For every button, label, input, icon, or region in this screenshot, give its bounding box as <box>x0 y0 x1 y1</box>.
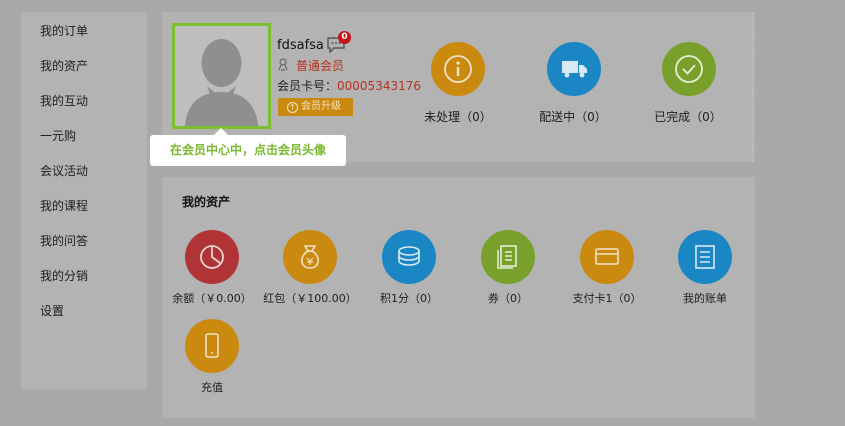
coupon-button[interactable] <box>481 230 535 284</box>
member-level: 普通会员 <box>296 57 344 74</box>
recharge-label[interactable]: 充值 <box>157 379 267 395</box>
member-card: 会员卡号：00005343176 <box>277 77 421 94</box>
status-pending-label[interactable]: 未处理（0） <box>413 108 503 125</box>
payment-card-label[interactable]: 支付卡1（0） <box>552 290 662 306</box>
assets-title: 我的资产 <box>182 193 230 210</box>
avatar[interactable] <box>172 23 271 129</box>
bill-icon <box>678 230 732 284</box>
avatar-placeholder-icon <box>175 26 268 126</box>
points-label[interactable]: 积1分（0） <box>354 290 464 306</box>
bill-label[interactable]: 我的账单 <box>650 290 760 306</box>
sidebar-item-courses[interactable]: 我的课程 <box>40 196 88 216</box>
recharge-button[interactable] <box>185 319 239 373</box>
sidebar-item-qa[interactable]: 我的问答 <box>40 231 88 251</box>
status-pending-button[interactable] <box>431 42 485 96</box>
arrow-up-icon: ↑ <box>287 102 298 113</box>
points-button[interactable] <box>382 230 436 284</box>
bill-button[interactable] <box>678 230 732 284</box>
card-number: 00005343176 <box>337 79 421 93</box>
avatar-hint-tooltip: 在会员中心中，点击会员头像 <box>150 135 346 166</box>
card-label: 会员卡号： <box>277 79 337 93</box>
coupon-icon <box>481 230 535 284</box>
coupon-label[interactable]: 券（0） <box>453 290 563 306</box>
sidebar-item-distribution[interactable]: 我的分销 <box>40 266 88 286</box>
coins-icon <box>382 230 436 284</box>
red-packet-label[interactable]: 红包（￥100.00） <box>255 290 365 306</box>
status-completed-label[interactable]: 已完成（0） <box>643 108 733 125</box>
sidebar-item-settings[interactable]: 设置 <box>40 301 64 321</box>
sidebar-item-one-yuan[interactable]: 一元购 <box>40 126 76 146</box>
message-count-badge: 0 <box>338 31 351 44</box>
balance-button[interactable] <box>185 230 239 284</box>
card-icon <box>580 230 634 284</box>
sidebar-item-orders[interactable]: 我的订单 <box>40 21 88 41</box>
upgrade-button[interactable]: ↑会员升级 <box>278 98 353 116</box>
sidebar-item-interaction[interactable]: 我的互动 <box>40 91 88 111</box>
pie-chart-icon <box>185 230 239 284</box>
member-level-icon <box>277 58 289 71</box>
sidebar-item-events[interactable]: 会议活动 <box>40 161 88 181</box>
info-icon <box>431 42 485 96</box>
upgrade-label: 会员升级 <box>301 101 341 112</box>
status-delivering-button[interactable] <box>547 42 601 96</box>
check-circle-icon <box>662 42 716 96</box>
username: fdsafsa <box>277 38 324 53</box>
red-packet-button[interactable] <box>283 230 337 284</box>
sidebar-item-assets[interactable]: 我的资产 <box>40 56 88 76</box>
payment-card-button[interactable] <box>580 230 634 284</box>
money-bag-icon <box>283 230 337 284</box>
tooltip-arrow <box>214 128 228 135</box>
status-completed-button[interactable] <box>662 42 716 96</box>
balance-label[interactable]: 余额（￥0.00） <box>157 290 267 306</box>
delivery-truck-icon <box>547 42 601 96</box>
phone-icon <box>185 319 239 373</box>
status-delivering-label[interactable]: 配送中（0） <box>528 108 618 125</box>
